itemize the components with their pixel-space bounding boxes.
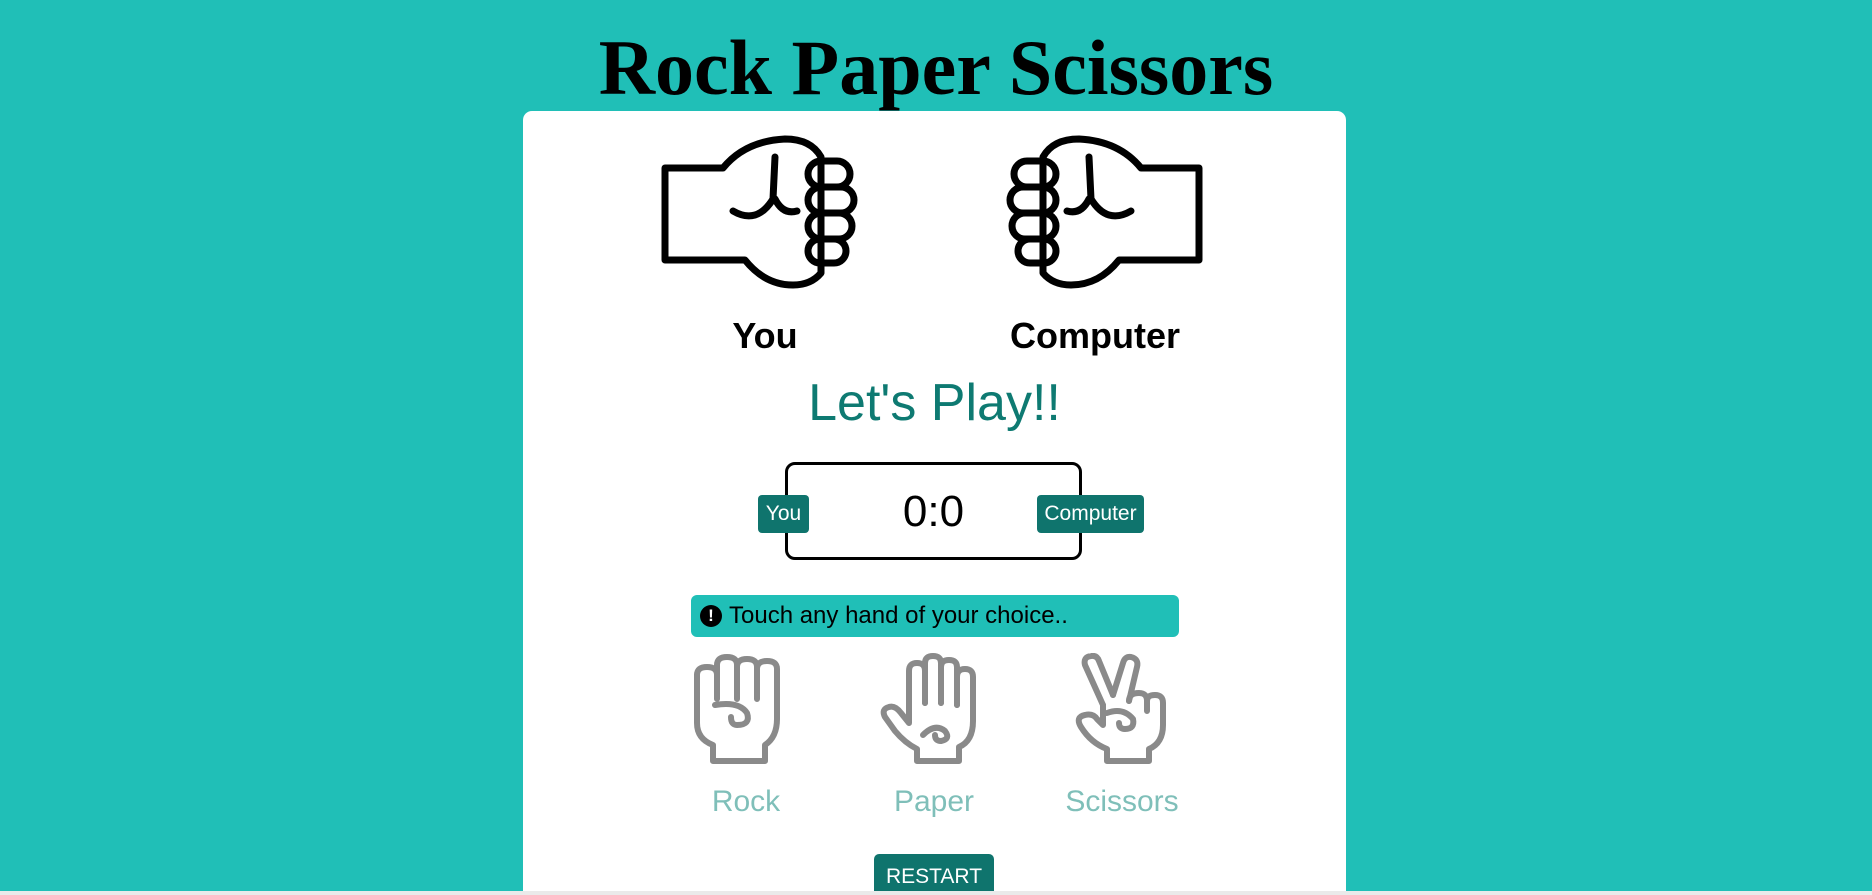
player-score-tag: You bbox=[758, 495, 809, 533]
choice-rock-label: Rock bbox=[711, 785, 781, 818]
hint-text: Touch any hand of your choice.. bbox=[729, 602, 1068, 629]
computer-label: Computer bbox=[1010, 315, 1180, 356]
page-bottom-edge bbox=[0, 891, 1872, 895]
hint-banner: ! Touch any hand of your choice.. bbox=[691, 595, 1179, 637]
game-card: You Computer Let's Play!! 0:0 You Comput… bbox=[523, 111, 1346, 895]
player-label: You bbox=[732, 315, 798, 356]
scissors-hand-icon bbox=[1075, 653, 1166, 764]
choice-scissors[interactable]: Scissors bbox=[1037, 653, 1207, 819]
choice-paper-label: Paper bbox=[893, 785, 975, 818]
computer-score-tag: Computer bbox=[1037, 495, 1144, 533]
rock-hand-icon bbox=[694, 654, 780, 764]
status-message: Let's Play!! bbox=[808, 374, 1061, 432]
restart-button[interactable]: RESTART bbox=[874, 854, 994, 894]
choice-rock[interactable]: Rock bbox=[661, 653, 831, 819]
paper-hand-icon bbox=[880, 653, 976, 764]
choice-paper[interactable]: Paper bbox=[849, 653, 1019, 819]
choice-scissors-label: Scissors bbox=[1065, 785, 1179, 818]
computer-fist-icon bbox=[1006, 135, 1203, 289]
player-fist-icon bbox=[661, 135, 858, 289]
page-title: Rock Paper Scissors bbox=[598, 24, 1274, 111]
exclamation-circle-icon: ! bbox=[700, 605, 722, 627]
